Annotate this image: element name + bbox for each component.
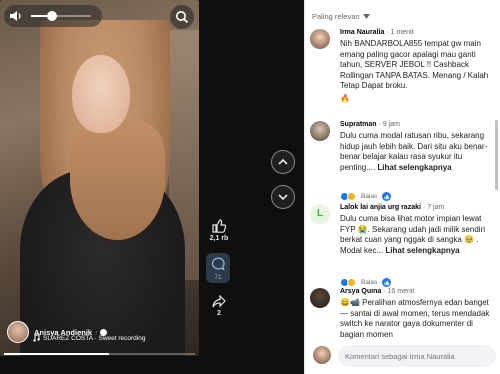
comment-header: Supratman · 9 jam: [340, 121, 400, 128]
like-reaction-icon[interactable]: [382, 278, 392, 287]
search-icon: [176, 11, 189, 24]
sort-label: Paling relevan: [312, 12, 360, 21]
comment-time[interactable]: · 7 jam: [423, 204, 444, 211]
music-note-icon: [33, 334, 40, 342]
comment-text: Dulu cuma bisa lihat motor impian lewat …: [340, 214, 490, 256]
previous-reel-button[interactable]: [271, 150, 295, 174]
comment-text: Dulu cuma modal ratusan ribu, sekarang h…: [340, 131, 490, 173]
comment-count: 71: [214, 274, 222, 281]
fire-emoji: 🔥: [340, 94, 350, 103]
comment-item: L Lalok lai anjia urg razaki · 7 jam Dulu…: [310, 204, 498, 287]
comment-header: Irma Nauralia · 1 menit: [340, 29, 414, 36]
comment-item: Supratman · 9 jam Dulu cuma modal ratusan…: [310, 121, 498, 205]
reply-button[interactable]: Balas: [361, 279, 377, 286]
video-subject-drape: [70, 120, 165, 240]
author-avatar[interactable]: [7, 321, 29, 343]
share-icon: [212, 294, 226, 308]
volume-control[interactable]: [4, 5, 102, 27]
reaction-icons[interactable]: [340, 192, 356, 201]
like-action[interactable]: 2,1 rb: [205, 219, 233, 242]
composer-avatar: [313, 346, 331, 364]
reel-area: Anisya Andienik · SUAREZ COSTA · Sweet r…: [0, 0, 304, 374]
volume-handle[interactable]: [47, 11, 57, 21]
comment-header: Arsya Quina · 16 menit: [340, 288, 414, 295]
reel-progress-bar[interactable]: [4, 353, 195, 355]
comment-input[interactable]: [338, 345, 496, 367]
comment-actions: Balas: [340, 278, 392, 287]
reply-button[interactable]: Balas: [361, 193, 377, 200]
see-more-link[interactable]: Lihat selengkapnya: [377, 163, 451, 172]
comment-time[interactable]: · 16 menit: [383, 288, 414, 295]
speaker-icon[interactable]: [9, 10, 23, 22]
search-button[interactable]: [170, 5, 194, 29]
commenter-avatar[interactable]: L: [310, 204, 330, 224]
comment-text: Nih BANDARBOLA855 tempat gw main emang p…: [340, 39, 489, 91]
comments-scrollbar[interactable]: [495, 120, 498, 190]
share-action[interactable]: 2: [205, 294, 233, 317]
commenter-name[interactable]: Supratman: [340, 121, 377, 128]
comment-action[interactable]: 71: [206, 253, 230, 283]
comment-time[interactable]: · 1 menit: [386, 29, 413, 36]
reel-progress-fill: [4, 353, 110, 355]
comment-actions: Balas: [340, 192, 392, 201]
comment-composer: [310, 342, 500, 372]
chevron-up-icon: [278, 158, 288, 165]
like-count: 2,1 rb: [209, 235, 229, 242]
comment-item: Irma Nauralia · 1 menit Nih BANDARBOLA855…: [310, 29, 498, 109]
reaction-icons[interactable]: [340, 278, 356, 287]
comment-time[interactable]: · 9 jam: [379, 121, 400, 128]
comment-header: Lalok lai anjia urg razaki · 7 jam: [340, 204, 444, 211]
caret-down-icon: [362, 14, 370, 19]
commenter-avatar[interactable]: [310, 29, 330, 49]
reels-viewer: Anisya Andienik · SUAREZ COSTA · Sweet r…: [0, 0, 500, 374]
chevron-down-icon: [278, 194, 288, 201]
commenter-name[interactable]: Arsya Quina: [340, 288, 381, 295]
comment-icon: [211, 257, 225, 271]
reel-video[interactable]: Anisya Andienik · SUAREZ COSTA · Sweet r…: [0, 0, 199, 356]
commenter-name[interactable]: Irma Nauralia: [340, 29, 384, 36]
video-subject-face: [72, 55, 130, 133]
comment-sort-dropdown[interactable]: Paling relevan: [312, 12, 370, 21]
audio-label: SUAREZ COSTA · Sweet recording: [43, 334, 146, 342]
share-count: 2: [217, 310, 221, 317]
comment-item: Arsya Quina · 16 menit 😄📹 Peralihan atmos…: [310, 288, 498, 340]
audio-info[interactable]: SUAREZ COSTA · Sweet recording: [33, 334, 145, 342]
thumbs-up-icon: [212, 219, 227, 233]
comments-panel: Paling relevan Irma Nauralia · 1 menit Ni…: [304, 0, 500, 374]
comment-text: 😄📹 Peralihan atmosfernya edan banget — s…: [340, 298, 490, 339]
volume-track[interactable]: [31, 15, 91, 17]
like-reaction-icon[interactable]: [382, 192, 392, 201]
commenter-name[interactable]: Lalok lai anjia urg razaki: [340, 204, 421, 211]
next-reel-button[interactable]: [271, 185, 295, 209]
see-more-link[interactable]: Lihat selengkapnya: [385, 246, 459, 255]
commenter-avatar[interactable]: [310, 288, 330, 308]
commenter-avatar[interactable]: [310, 121, 330, 141]
